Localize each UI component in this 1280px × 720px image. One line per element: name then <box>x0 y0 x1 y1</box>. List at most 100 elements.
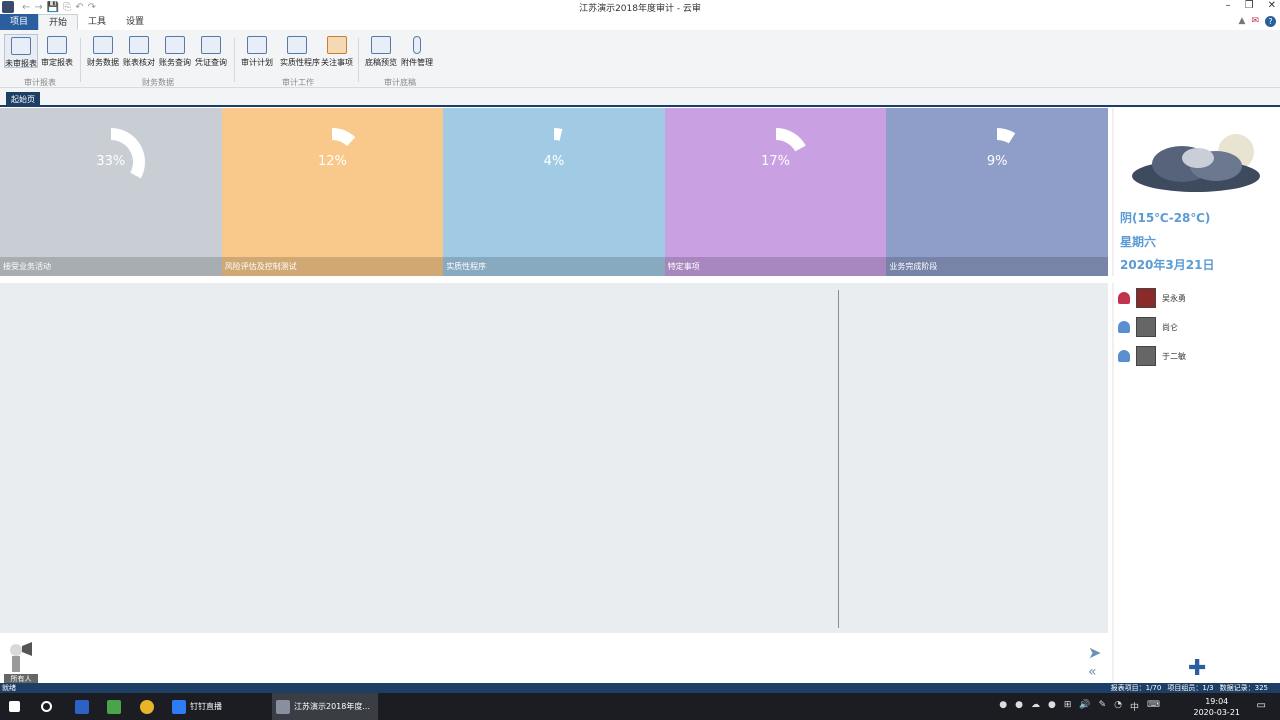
volume-icon[interactable]: 🔊 <box>1079 700 1090 713</box>
tile-percent: 12% <box>317 154 347 169</box>
system-tray: ● ● ☁ ● ⊞ 🔊 ✎ ◔ 中 ⌨ <box>999 700 1160 713</box>
financial-data-button[interactable]: 财务数据 <box>86 34 120 68</box>
ribbon: 未审报表 审定报表 财务数据 账表核对 账务查询 凭证查询 审计计划 实质性程序… <box>0 30 1280 88</box>
substantive-procedure-button[interactable]: 实质性程序 <box>280 34 320 68</box>
menu-settings[interactable]: 设置 <box>116 14 154 30</box>
taskbar: 钉钉直播 江苏演示2018年度... ● ● ☁ ● ⊞ 🔊 ✎ ◔ 中 ⌨ 1… <box>0 693 1280 720</box>
weather-weekday: 星期六 <box>1120 235 1157 249</box>
member-item[interactable]: 吴永勇 <box>1118 287 1186 309</box>
audited-report-button[interactable]: 审定报表 <box>40 34 74 68</box>
green-app-icon[interactable] <box>107 693 121 720</box>
ime-indicator[interactable]: 中 <box>1130 700 1139 713</box>
group-label-audit-report: 审计报表 <box>24 78 56 87</box>
tile-completion-stage[interactable]: 9% 业务完成阶段 <box>886 108 1108 276</box>
bookmark-icon <box>327 36 347 54</box>
window-title: 江苏演示2018年度审计 - 云审 <box>579 4 701 14</box>
progress-tiles: 33% 接受业务活动 12% 风险评估及控制测试 4% 实质性程序 17% 特定… <box>0 108 1108 276</box>
account-query-button[interactable]: 账务查询 <box>158 34 192 68</box>
clock[interactable]: 19:04 2020-03-21 <box>1194 696 1241 718</box>
panel-divider[interactable] <box>838 290 839 628</box>
collapse-ribbon-icon[interactable]: ▲ <box>1239 16 1246 27</box>
paperclip-icon <box>413 36 421 54</box>
tile-substantive-procedure[interactable]: 4% 实质性程序 <box>443 108 665 276</box>
chat-input-area[interactable] <box>0 633 1108 683</box>
wechat-icon[interactable]: ● <box>999 700 1007 713</box>
focus-items-button[interactable]: 关注事项 <box>320 34 354 68</box>
restore-button[interactable]: ❐ <box>1245 0 1254 11</box>
menu-tools[interactable]: 工具 <box>78 14 116 30</box>
draft-preview-button[interactable]: 底稿预览 <box>364 34 398 68</box>
voucher-icon <box>201 36 221 54</box>
ledger-check-button[interactable]: 账表核对 <box>122 34 156 68</box>
tile-percent: 33% <box>96 154 126 169</box>
menu-start[interactable]: 开始 <box>38 14 79 30</box>
windows-start-icon[interactable] <box>9 693 20 720</box>
data-icon <box>93 36 113 54</box>
pen-icon[interactable]: ✎ <box>1099 700 1107 713</box>
avatar <box>1136 346 1156 366</box>
taskbar-app-dingtalk[interactable]: 钉钉直播 <box>168 693 268 720</box>
document-tab-strip: 起始页 <box>0 88 1280 107</box>
menu-bar: 项目 开始 工具 设置 <box>0 14 1280 30</box>
tab-home[interactable]: 起始页 <box>6 92 40 107</box>
cloud-icon[interactable]: ☁ <box>1031 700 1040 713</box>
status-ready: 就绪 <box>2 684 16 692</box>
member-item[interactable]: 于二敏 <box>1118 345 1186 367</box>
tile-risk-assessment[interactable]: 12% 风险评估及控制测试 <box>221 108 444 276</box>
status-report-items: 报表项目：1/70 <box>1110 684 1162 692</box>
status-bar: 就绪 报表项目：1/70 项目组员：1/3 数据记录：325 <box>0 683 1280 693</box>
taskbar-app-audit[interactable]: 江苏演示2018年度... <box>272 693 378 720</box>
mail-icon[interactable]: ✉ <box>1251 16 1259 27</box>
shield-icon[interactable]: ● <box>1048 700 1056 713</box>
keyboard-icon[interactable]: ⌨ <box>1147 700 1160 713</box>
dingtalk-icon <box>172 699 186 714</box>
tile-percent: 17% <box>761 154 791 169</box>
group-label-audit-work: 审计工作 <box>282 78 314 87</box>
group-separator <box>80 38 81 82</box>
add-member-icon[interactable]: ✚ <box>1188 658 1206 680</box>
report-icon <box>11 37 31 55</box>
tile-caption: 业务完成阶段 <box>886 257 1108 276</box>
unaudited-report-button[interactable]: 未审报表 <box>4 34 38 68</box>
avatar <box>1136 317 1156 337</box>
user-icon <box>1118 321 1130 333</box>
menu-project[interactable]: 项目 <box>0 14 39 30</box>
megaphone-person-icon <box>10 642 32 672</box>
user-icon <box>1118 350 1130 362</box>
wifi-icon[interactable]: ◔ <box>1114 700 1122 713</box>
tile-business-acceptance[interactable]: 33% 接受业务活动 <box>0 108 222 276</box>
notification-icon[interactable]: ▭ <box>1257 700 1266 711</box>
message-area <box>0 283 1108 633</box>
tile-caption: 特定事项 <box>664 257 887 276</box>
voucher-query-button[interactable]: 凭证查询 <box>194 34 228 68</box>
save-app-icon[interactable] <box>75 693 89 720</box>
tile-caption: 接受业务活动 <box>0 257 222 276</box>
attachment-button[interactable]: 附件管理 <box>400 34 434 68</box>
tile-percent: 4% <box>543 154 565 169</box>
double-arrow-icon[interactable]: « <box>1088 664 1097 680</box>
all-members-button[interactable]: 所有人 <box>4 640 38 684</box>
group-label-financial-data: 财务数据 <box>142 78 174 87</box>
procedure-icon <box>287 36 307 54</box>
user-icon <box>1118 292 1130 304</box>
title-bar: ← → 💾 ⎘ ↶ ↷ 江苏演示2018年度审计 - 云审 – ❐ ✕ <box>0 0 1280 14</box>
group-separator <box>358 38 359 82</box>
minimize-button[interactable]: – <box>1226 0 1231 11</box>
tray-app-icon[interactable]: ● <box>1015 700 1023 713</box>
chrome-icon[interactable] <box>140 693 154 720</box>
send-icon[interactable]: ➤ <box>1088 643 1101 662</box>
tile-specific-matters[interactable]: 17% 特定事项 <box>664 108 887 276</box>
tile-caption: 风险评估及控制测试 <box>221 257 444 276</box>
close-button[interactable]: ✕ <box>1268 0 1276 11</box>
help-icon[interactable]: ? <box>1265 16 1276 27</box>
query-icon <box>165 36 185 54</box>
group-label-audit-draft: 审计底稿 <box>384 78 416 87</box>
audit-app-icon <box>276 699 290 714</box>
avatar <box>1136 288 1156 308</box>
audit-plan-button[interactable]: 审计计划 <box>240 34 274 68</box>
member-item[interactable]: 尚仑 <box>1118 316 1178 338</box>
search-icon[interactable] <box>41 693 52 720</box>
network-icon[interactable]: ⊞ <box>1064 700 1072 713</box>
tile-caption: 实质性程序 <box>443 257 665 276</box>
preview-icon <box>371 36 391 54</box>
